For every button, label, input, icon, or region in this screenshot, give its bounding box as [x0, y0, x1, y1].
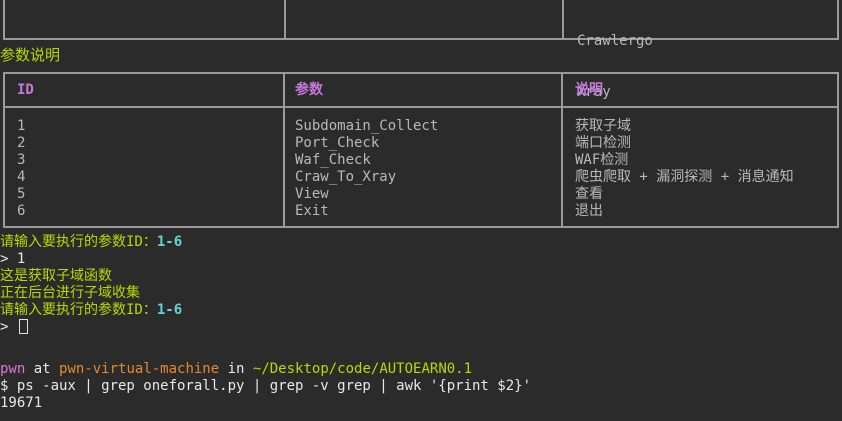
prompt-text: 请输入要执行的参数ID：	[0, 302, 157, 318]
param-cell: Waf_Check	[295, 152, 371, 168]
table-divider	[561, 74, 563, 226]
table-header-divider	[5, 106, 837, 108]
output-line: 这是获取子域函数	[0, 268, 112, 284]
id-cell: 4	[17, 169, 26, 185]
desc-cell: 查看	[575, 186, 603, 202]
desc-cell: WAF检测	[575, 152, 629, 168]
cursor-icon[interactable]	[18, 319, 28, 334]
table-divider	[283, 74, 285, 226]
id-cell: 6	[17, 203, 26, 219]
param-cell: Subdomain_Collect	[295, 118, 439, 134]
shell-prompt: pwn at pwn-virtual-machine in ~/Desktop/…	[0, 361, 472, 378]
prompt-range: 1-6	[156, 234, 183, 250]
param-cell: Craw_To_Xray	[295, 169, 397, 185]
header-desc: 说明	[575, 82, 603, 98]
param-cell: View	[295, 186, 329, 202]
prompt-range: 1-6	[156, 302, 183, 318]
prompt-text: 请输入要执行的参数ID：	[0, 234, 157, 250]
desc-cell: 爬虫爬取 + 漏洞探测 + 消息通知	[575, 169, 794, 185]
top-table-remnant: Crawlergo Xray	[3, 0, 839, 100]
top-table-line: Crawlergo	[577, 33, 653, 49]
param-cell: Port_Check	[295, 135, 380, 151]
prompt-line: 请输入要执行的参数ID：1-6	[0, 302, 182, 319]
table-divider	[562, 0, 564, 38]
id-cell: 3	[17, 152, 26, 168]
input-line[interactable]: >	[0, 319, 28, 336]
terminal-window[interactable]: Crawlergo Xray 参数说明 ID 参数 说明 1 2 3 4 5 6…	[0, 0, 842, 421]
shell-user: pwn	[0, 361, 26, 377]
desc-cell: 退出	[575, 203, 603, 219]
table-divider	[284, 0, 286, 38]
shell-in: in	[219, 361, 253, 377]
desc-column: 获取子域 端口检测 WAF检测 爬虫爬取 + 漏洞探测 + 消息通知 查看 退出	[575, 118, 794, 220]
id-cell: 1	[17, 118, 26, 134]
shell-at: at	[25, 361, 60, 377]
input-prompt: >	[0, 319, 17, 335]
param-cell: Exit	[295, 203, 329, 219]
header-param: 参数	[295, 82, 323, 98]
shell-host: pwn-virtual-machine	[59, 361, 220, 377]
param-column: Subdomain_Collect Port_Check Waf_Check C…	[295, 118, 438, 220]
param-table: ID 参数 说明 1 2 3 4 5 6 Subdomain_Collect P…	[3, 72, 839, 228]
section-title: 参数说明	[0, 46, 61, 64]
header-id: ID	[17, 82, 34, 98]
prompt-line: 请输入要执行的参数ID：1-6	[0, 234, 182, 251]
desc-cell: 端口检测	[575, 135, 631, 151]
shell-command: $ ps -aux | grep oneforall.py | grep -v …	[0, 378, 532, 394]
id-cell: 2	[17, 135, 26, 151]
shell-path: ~/Desktop/code/AUTOEARN0.1	[252, 361, 473, 377]
input-line: > 1	[0, 251, 26, 267]
output-line: 正在后台进行子域收集	[0, 285, 140, 301]
desc-cell: 获取子域	[575, 118, 631, 134]
id-cell: 5	[17, 186, 26, 202]
id-column: 1 2 3 4 5 6	[17, 118, 25, 220]
shell-result: 19671	[0, 395, 43, 411]
